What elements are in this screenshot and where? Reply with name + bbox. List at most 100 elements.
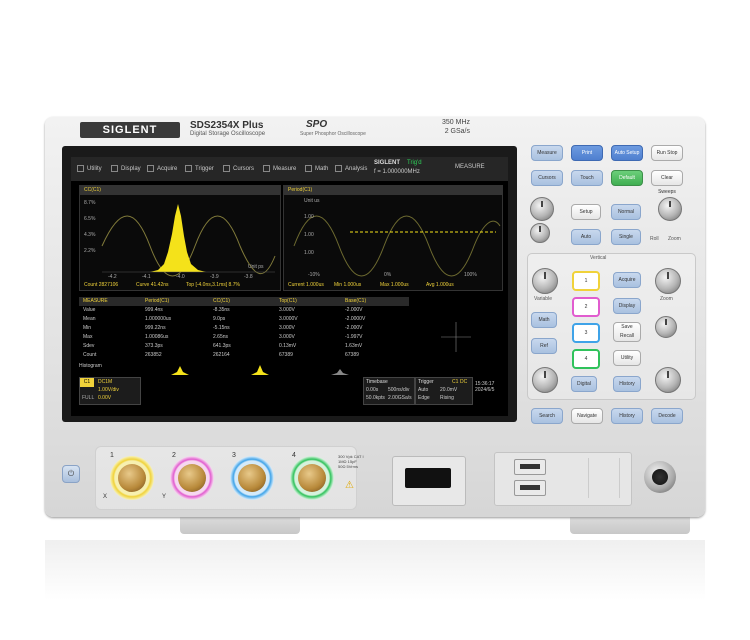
utility-icon (77, 164, 84, 172)
x-tick: -10% (308, 272, 320, 278)
menu-math[interactable]: Math (305, 157, 328, 181)
power-icon: ⏻ (67, 469, 75, 478)
ch1-label: 1 (110, 452, 114, 459)
ch1-connector[interactable] (118, 464, 146, 492)
power-button[interactable]: ⏻ (62, 465, 80, 483)
ch4-label: 4 (292, 452, 296, 459)
x-tick: -4.2 (108, 274, 117, 280)
math-button[interactable]: Math (531, 312, 557, 328)
y-unit: Unit us (304, 198, 320, 204)
save-recall-button[interactable]: Save Recall (613, 322, 641, 342)
variable-label: Variable (534, 296, 552, 302)
position-knob-right[interactable] (655, 316, 677, 338)
probe-slot[interactable] (405, 468, 451, 488)
ch2-connector[interactable] (178, 464, 206, 492)
navigate-button[interactable]: Navigate (571, 408, 603, 424)
trigger-box[interactable]: Trigger C1 DC Auto 20.0mV Edge Rising (415, 377, 473, 405)
display-screen[interactable]: Utility Display Acquire Trigger Cursors … (71, 157, 508, 416)
print-button[interactable]: Print (571, 145, 603, 161)
ref-button[interactable]: Ref (531, 338, 557, 354)
usb-port-2[interactable] (514, 480, 546, 496)
single-button[interactable]: Single (611, 229, 641, 245)
auto-setup-button[interactable]: Auto Setup (611, 145, 643, 161)
y-tick: 1.00 (304, 250, 314, 256)
timebase-box[interactable]: Timebase 0.00s 500ns/div 50.0kpts 2.00GS… (363, 377, 415, 405)
trigger-icon (185, 164, 192, 172)
channel-box[interactable]: C1 DC1M 1.00V/div 0.00V FULL (79, 377, 141, 405)
model-name: SDS2354X Plus (190, 120, 264, 131)
default-button[interactable]: Default (611, 170, 643, 186)
utility-button[interactable]: Utility (613, 350, 641, 366)
touch-button[interactable]: Touch (571, 170, 603, 186)
setup-button[interactable]: Setup (571, 204, 601, 220)
model-subtitle: Digital Storage Oscilloscope (190, 131, 266, 137)
digital-button[interactable]: Digital (571, 376, 597, 392)
y-tick: 1.00 (304, 214, 314, 220)
normal-button[interactable]: Normal (611, 204, 641, 220)
search-button[interactable]: Search (531, 408, 563, 424)
horizontal-scale-knob[interactable] (530, 223, 550, 243)
cursors-icon (223, 164, 230, 172)
y-tick: 4.3% (84, 232, 96, 238)
roll-label: Roll (650, 236, 659, 242)
zoom-knob[interactable] (655, 268, 681, 294)
horizontal-position-knob[interactable] (530, 197, 554, 221)
trend-avg: Avg 1.000us (426, 282, 454, 288)
measure-button[interactable]: Measure (531, 145, 563, 161)
menu-trigger[interactable]: Trigger (185, 157, 214, 181)
samplerate-text: 2 GSa/s (444, 128, 470, 135)
display-button[interactable]: Display (613, 298, 641, 314)
bandwidth-text: 350 MHz (441, 119, 470, 126)
hist-top: Top [-4.0ns,3.1ms] 8.7% (186, 282, 240, 288)
acquire-button[interactable]: Acquire (613, 272, 641, 288)
table-row: Sdev 373.3ps 641.3ps 0.13mV 1.63mV (83, 343, 363, 349)
y-tick: 6.5% (84, 216, 96, 222)
ch4-connector[interactable] (298, 464, 326, 492)
variable-knob[interactable] (532, 268, 558, 294)
histogram-peak (150, 204, 206, 272)
histogram-pane[interactable]: CC(C1) 8.7% 6.5% 4.3% 2.2% -4.2 -4.1 -4.… (79, 185, 281, 291)
measurement-table[interactable]: MEASURE Period(C1) CC(C1) Top(C1) Base(C… (79, 297, 414, 359)
position-knob-left[interactable] (532, 367, 558, 393)
auto-trigger-button[interactable]: Auto (571, 229, 601, 245)
aux-bnc-center (652, 469, 668, 485)
usb-port-1[interactable] (514, 459, 546, 475)
trigger-level-knob[interactable] (658, 197, 682, 221)
history2-button[interactable]: History (611, 408, 643, 424)
foot-right (570, 516, 690, 534)
ch3-connector[interactable] (238, 464, 266, 492)
channel4-key[interactable]: 4 (572, 349, 600, 369)
measure-menu[interactable]: MEASURE (455, 164, 485, 170)
table-row: Mean 1.000000us 9.0ps 3.0000V -2.0000V (83, 316, 366, 322)
crosshair-icon (441, 322, 471, 352)
x-tick: -4.0 (176, 274, 185, 280)
table-row: Max 1.00086us 2.65ns 3.000V -1.997V (83, 334, 363, 340)
cursors-button[interactable]: Cursors (531, 170, 563, 186)
hist-count: Count 2827106 (84, 282, 119, 288)
spec-label: 350 MHz 2 GSa/s (418, 118, 470, 136)
channel3-key[interactable]: 3 (572, 323, 600, 343)
table-row: Min 999.22ns -5.15ns 3.000V -2.000V (83, 325, 363, 331)
channel2-key[interactable]: 2 (572, 297, 600, 317)
y-tick: 2.2% (84, 248, 96, 254)
run-stop-button[interactable]: Run Stop (651, 145, 683, 161)
frequency-readout: f = 1.000000MHz (374, 169, 420, 175)
channel1-key[interactable]: 1 (572, 271, 600, 291)
scale-knob-right[interactable] (655, 367, 681, 393)
history-button[interactable]: History (613, 376, 641, 392)
menu-acquire[interactable]: Acquire (147, 157, 177, 181)
menu-cursors[interactable]: Cursors (223, 157, 254, 181)
menu-display[interactable]: Display (111, 157, 141, 181)
warning-icon: ⚠ (345, 480, 354, 491)
decode-button[interactable]: Decode (651, 408, 683, 424)
menu-measure[interactable]: Measure (263, 157, 296, 181)
y-tick: 8.7% (84, 200, 96, 206)
menu-analysis[interactable]: Analysis (335, 157, 367, 181)
clear-sweeps-button[interactable]: Clear Sweeps (651, 170, 683, 195)
menu-utility[interactable]: Utility (77, 157, 102, 181)
y-tick: 1.00 (304, 232, 314, 238)
spo-logo: SPO (306, 119, 328, 130)
trend-min: Min 1.000us (334, 282, 362, 288)
trend-pane[interactable]: Period(C1) Unit us 1.00 1.00 1.00 -10% 0… (283, 185, 503, 291)
display-icon (111, 164, 118, 172)
